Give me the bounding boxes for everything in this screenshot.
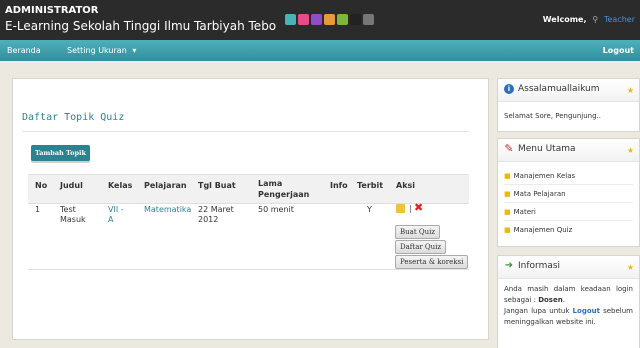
greeting-panel-header: i Assalamuallaikum ★ <box>498 79 639 102</box>
bullet-icon: ■ <box>504 190 511 198</box>
info-text: Anda masih dalam keadaan login sebagai :… <box>504 285 633 326</box>
info-title: Informasi <box>518 261 561 271</box>
info-line-1: Anda masih dalam keadaan login sebagai : <box>504 285 633 304</box>
theme-swatch[interactable] <box>324 14 335 25</box>
column-header-kelas[interactable]: Kelas <box>108 180 132 191</box>
info-panel-header: ➜ Informasi ★ <box>498 256 639 279</box>
create-quiz-button[interactable]: Buat Quiz <box>395 225 441 239</box>
quiz-list-button[interactable]: Daftar Quiz <box>395 240 447 254</box>
cell-lama: 50 menit <box>258 205 294 214</box>
delete-icon[interactable]: ✖ <box>414 202 423 213</box>
greeting-title: Assalamuallaikum <box>518 84 600 94</box>
column-header-no[interactable]: No <box>35 180 47 191</box>
bullet-icon: ■ <box>504 172 511 180</box>
top-header: ADMINISTRATOR E-Learning Sekolah Tinggi … <box>0 0 640 40</box>
theme-swatch[interactable] <box>298 14 309 25</box>
cell-terbit: Y <box>367 205 372 214</box>
theme-swatch[interactable] <box>350 14 361 25</box>
welcome-label: Welcome, <box>542 15 587 24</box>
cell-pelajaran[interactable]: Matematika <box>144 205 191 215</box>
menu-divider <box>504 202 633 203</box>
info-panel: ➜ Informasi ★ Anda masih dalam keadaan l… <box>497 255 640 348</box>
pencil-icon: ✎ <box>504 142 514 155</box>
menu-item-materi[interactable]: ■ Materi <box>504 208 536 216</box>
action-separator: | <box>409 204 412 213</box>
theme-swatch[interactable] <box>311 14 322 25</box>
row-divider <box>28 269 469 270</box>
menu-item-label: Mata Pelajaran <box>513 190 566 198</box>
logout-link[interactable]: Logout <box>603 46 634 55</box>
menu-divider <box>504 220 633 221</box>
column-header-terbit[interactable]: Terbit <box>357 180 383 191</box>
star-icon: ★ <box>626 86 634 95</box>
greeting-panel: i Assalamuallaikum ★ Selamat Sore, Pengu… <box>497 78 640 132</box>
main-menu-title: Menu Utama <box>518 144 576 154</box>
menu-item-manajemen-quiz[interactable]: ■ Manajemen Quiz <box>504 226 572 234</box>
theme-swatch[interactable] <box>363 14 374 25</box>
bullet-icon: ■ <box>504 226 511 234</box>
column-header-lama-pengerjaan[interactable]: Lama Pengerjaan <box>258 178 309 200</box>
menu-item-label: Manajemen Kelas <box>513 172 576 180</box>
color-theme-picker <box>285 14 374 25</box>
main-menu-header: ✎ Menu Utama ★ <box>498 139 639 162</box>
main-menu-panel: ✎ Menu Utama ★ ■ Manajemen Kelas ■ Mata Pe… <box>497 138 640 247</box>
title-divider <box>22 131 469 132</box>
cell-judul: Test Masuk <box>60 205 86 224</box>
info-icon: i <box>504 84 514 94</box>
theme-swatch[interactable] <box>337 14 348 25</box>
theme-swatch[interactable] <box>285 14 296 25</box>
user-name-link[interactable]: Teacher <box>604 15 635 24</box>
nav-beranda[interactable]: Beranda <box>7 46 41 55</box>
edit-icon[interactable] <box>396 204 405 213</box>
menu-item-label: Materi <box>513 208 536 216</box>
menu-item-label: Manajemen Quiz <box>513 226 573 234</box>
column-header-info[interactable]: Info <box>330 180 348 191</box>
star-icon: ★ <box>626 263 634 272</box>
main-navbar: Beranda Setting Ukuran ▾ Logout <box>0 40 640 61</box>
column-header-pelajaran[interactable]: Pelajaran <box>144 180 187 191</box>
info-role: Dosen <box>538 296 563 304</box>
caret-down-icon: ▾ <box>132 46 137 55</box>
site-title[interactable]: E-Learning Sekolah Tinggi Ilmu Tarbiyah … <box>5 19 276 33</box>
nav-setting-ukuran-label: Setting Ukuran <box>67 46 127 55</box>
cell-tgl-buat: 22 Maret 2012 <box>198 205 234 224</box>
page-title: Daftar Topik Quiz <box>22 112 125 123</box>
cell-kelas[interactable]: VII - A <box>108 205 128 225</box>
admin-label: ADMINISTRATOR <box>5 5 99 16</box>
menu-item-manajemen-kelas[interactable]: ■ Manajemen Kelas <box>504 172 575 180</box>
bullet-icon: ■ <box>504 208 511 216</box>
cell-no: 1 <box>35 205 41 214</box>
column-header-aksi: Aksi <box>396 181 416 190</box>
arrow-right-icon: ➜ <box>504 260 514 271</box>
add-topic-button[interactable]: Tambah Topik <box>31 145 90 161</box>
info-line-2: Jangan lupa untuk <box>504 307 570 315</box>
column-header-tgl-buat[interactable]: Tgl Buat <box>198 180 236 191</box>
user-icon: ⚲ <box>592 15 599 24</box>
menu-item-mata-pelajaran[interactable]: ■ Mata Pelajaran <box>504 190 566 198</box>
nav-setting-ukuran[interactable]: Setting Ukuran ▾ <box>67 46 136 55</box>
star-icon: ★ <box>626 146 634 155</box>
participants-grading-button[interactable]: Peserta & koreksi <box>395 255 469 269</box>
greeting-text: Selamat Sore, Pengunjung.. <box>504 112 602 120</box>
column-header-judul[interactable]: Judul <box>60 180 83 191</box>
welcome-area: Welcome, ⚲ Teacher <box>543 15 635 24</box>
info-logout-link[interactable]: Logout <box>573 307 600 315</box>
menu-divider <box>504 184 633 185</box>
